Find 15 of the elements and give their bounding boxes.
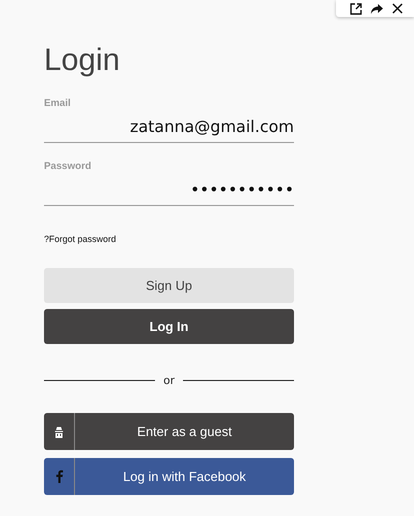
login-button[interactable]: Log In bbox=[44, 309, 294, 344]
input-field[interactable]: zatanna@gmail.com bbox=[44, 109, 294, 143]
external-link-icon[interactable] bbox=[350, 2, 362, 14]
share-icon[interactable] bbox=[370, 2, 384, 14]
field-label: Password bbox=[44, 161, 92, 172]
facebook-icon bbox=[56, 470, 62, 483]
signup-button[interactable]: Sign Up bbox=[44, 268, 294, 303]
guest-button[interactable]: Enter as a guest bbox=[44, 413, 294, 450]
field-label: Email bbox=[44, 98, 72, 109]
login-title: Login bbox=[44, 42, 121, 78]
forgot-password-link[interactable]: ?Forgot password bbox=[44, 234, 116, 244]
close-icon[interactable] bbox=[392, 3, 403, 14]
input-field[interactable]: ••••••••••• bbox=[44, 172, 294, 206]
facebook-login-button[interactable]: Log in with Facebook bbox=[44, 458, 294, 495]
divider-text: or bbox=[163, 374, 175, 387]
